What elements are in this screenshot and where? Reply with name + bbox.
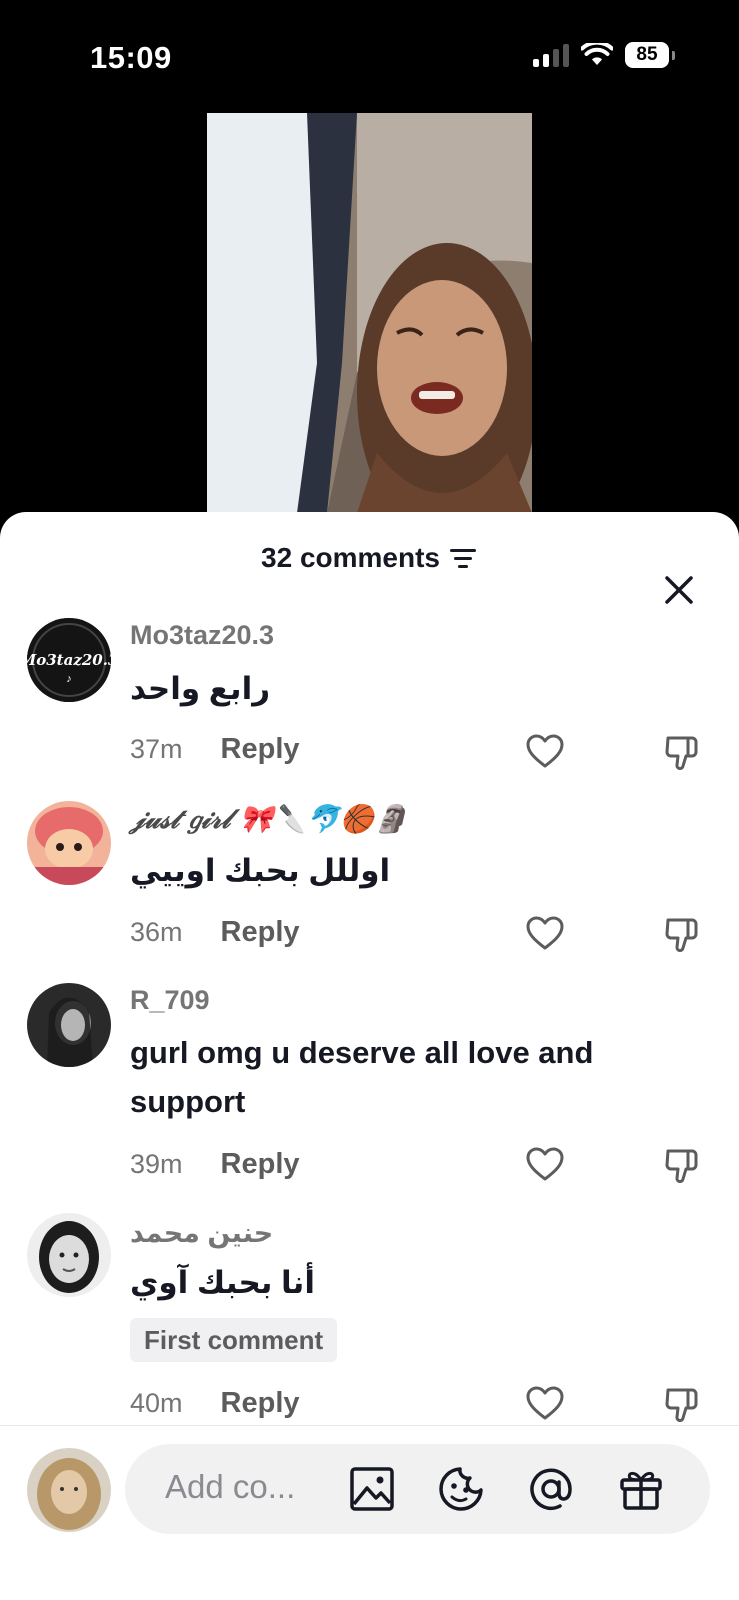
- comment-input[interactable]: Add co...: [125, 1444, 710, 1534]
- avatar[interactable]: [27, 801, 111, 885]
- comment-text: اوللل بحبك اوييي: [130, 853, 391, 888]
- first-comment-badge: First comment: [130, 1318, 338, 1362]
- comment-meta: 39m Reply: [130, 1148, 300, 1181]
- heart-icon[interactable]: [525, 914, 565, 954]
- svg-text:♪: ♪: [66, 673, 72, 685]
- dislike-icon[interactable]: [662, 914, 702, 954]
- comment-text: رابع واحد: [130, 671, 271, 706]
- status-time: 15:09: [90, 40, 172, 75]
- comment-time: 39m: [130, 1149, 183, 1179]
- gift-icon[interactable]: [618, 1466, 664, 1512]
- comment-time: 36m: [130, 917, 183, 947]
- comment-text: أنا بحبك آوي: [130, 1265, 315, 1300]
- comment-composer: Add co...: [0, 1426, 739, 1600]
- comment-username[interactable]: Mo3taz20.3: [130, 620, 274, 651]
- mention-icon[interactable]: [528, 1466, 574, 1512]
- comment-time: 40m: [130, 1388, 183, 1418]
- wifi-icon: [581, 43, 613, 65]
- dislike-icon[interactable]: [662, 1384, 702, 1424]
- video-preview[interactable]: [207, 113, 532, 513]
- status-icons: 85: [533, 42, 675, 68]
- comment-meta: 40m Reply: [130, 1387, 300, 1420]
- reply-button[interactable]: Reply: [221, 1387, 300, 1420]
- avatar[interactable]: [27, 1213, 111, 1297]
- reply-button[interactable]: Reply: [221, 733, 300, 766]
- avatar[interactable]: [27, 983, 111, 1067]
- emoji-icon[interactable]: [438, 1466, 484, 1512]
- comment-meta: 37m Reply: [130, 733, 300, 766]
- comment-input-placeholder: Add co...: [165, 1468, 296, 1505]
- reply-button[interactable]: Reply: [221, 1148, 300, 1181]
- comment-username[interactable]: 𝒿𝓊𝓈𝓉 𝑔𝒾𝓇𝓁 🎀🔪🐬🏀🗿: [130, 803, 408, 836]
- comment-time: 37m: [130, 734, 183, 764]
- video-frame-image: [207, 113, 532, 513]
- avatar-logo-text: Mo3taz20.3: [27, 651, 111, 669]
- close-icon[interactable]: [659, 570, 699, 610]
- filter-icon[interactable]: [449, 547, 478, 569]
- dislike-icon[interactable]: [662, 1145, 702, 1185]
- comment-username[interactable]: R_709: [130, 985, 210, 1016]
- avatar[interactable]: Mo3taz20.3 ♪: [27, 618, 111, 702]
- cellular-signal-icon: [533, 43, 569, 67]
- dislike-icon[interactable]: [662, 732, 702, 772]
- status-bar: 15:09 85: [0, 0, 739, 110]
- comment-meta: 36m Reply: [130, 916, 300, 949]
- comment-text: gurl omg u deserve all love and support: [130, 1035, 594, 1119]
- comment-username[interactable]: حنين محمد: [130, 1218, 273, 1249]
- heart-icon[interactable]: [525, 1384, 565, 1424]
- current-user-avatar[interactable]: [27, 1448, 111, 1532]
- sheet-header: 32 comments: [0, 542, 739, 604]
- comments-count-title[interactable]: 32 comments: [261, 542, 478, 574]
- heart-icon[interactable]: [525, 732, 565, 772]
- reply-button[interactable]: Reply: [221, 916, 300, 949]
- image-icon[interactable]: [349, 1466, 395, 1512]
- heart-icon[interactable]: [525, 1145, 565, 1185]
- comments-count-label: 32 comments: [261, 542, 440, 573]
- battery-indicator: 85: [625, 42, 675, 68]
